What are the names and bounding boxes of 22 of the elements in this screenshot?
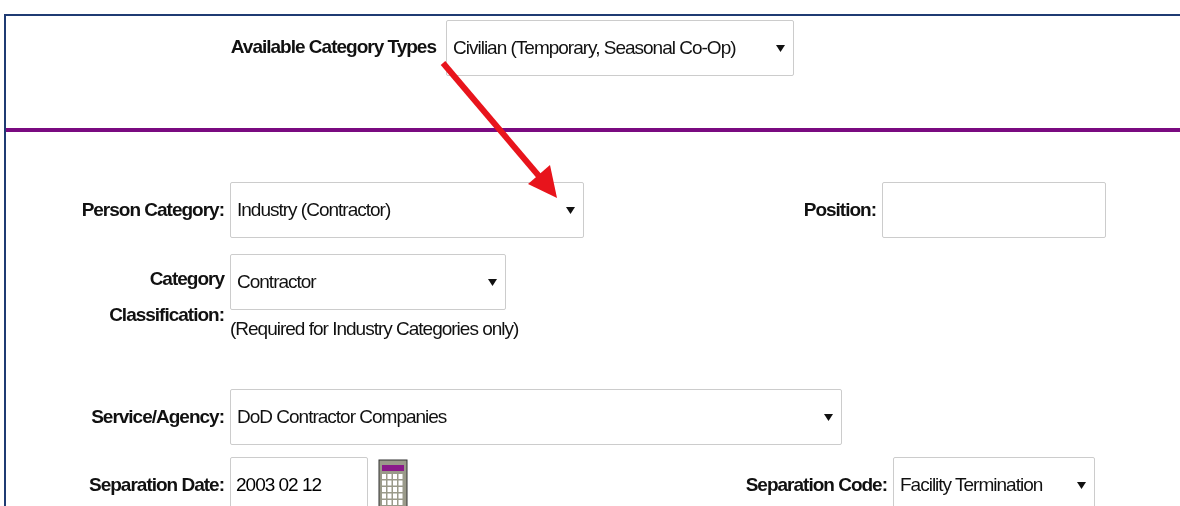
calendar-icon[interactable]: [378, 459, 409, 506]
field-label: Service/Agency:: [90, 406, 225, 428]
field-label: Available Category Types: [229, 35, 438, 58]
dropdown[interactable]: Facility Termination: [893, 457, 1095, 506]
field-label: Separation Date:: [88, 474, 225, 496]
caret-icon: [1077, 481, 1086, 489]
field-label: Category: [148, 268, 226, 290]
caret-icon: [566, 206, 575, 214]
caret-icon: [488, 278, 497, 286]
dropdown[interactable]: Civilian (Temporary, Seasonal Co-Op): [446, 20, 794, 76]
field-label: Person Category:: [80, 199, 225, 221]
field-label: Separation Code:: [744, 474, 888, 496]
dropdown[interactable]: DoD Contractor Companies: [230, 389, 842, 445]
hint-text: (Required for Industry Categories only): [230, 318, 519, 340]
input-field[interactable]: [882, 182, 1106, 238]
dropdown[interactable]: Contractor: [230, 254, 506, 310]
date-field[interactable]: 2003 02 12: [230, 457, 368, 506]
caret-icon: [824, 413, 833, 421]
field-label: Classification:: [108, 304, 225, 326]
caret-icon: [776, 44, 785, 52]
dropdown[interactable]: Industry (Contractor): [230, 182, 584, 238]
field-label: Position:: [802, 199, 877, 221]
